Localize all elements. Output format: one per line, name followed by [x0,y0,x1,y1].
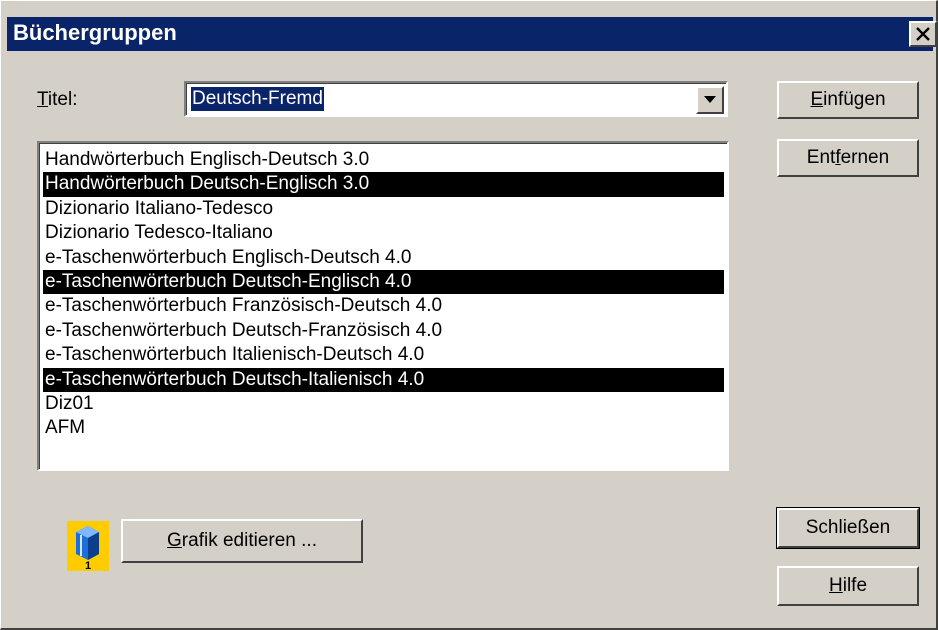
book-group-icon: 1 [67,521,109,571]
book-icon: 1 [76,526,99,571]
list-item[interactable]: e-Taschenwörterbuch Französisch-Deutsch … [43,294,724,318]
titel-combobox-value[interactable]: Deutsch-Fremd [191,87,324,111]
schliessen-button[interactable]: Schließen [776,507,920,549]
book-listbox[interactable]: Handwörterbuch Englisch-Deutsch 3.0 Handw… [37,141,729,471]
list-item[interactable]: e-Taschenwörterbuch Englisch-Deutsch 4.0 [43,246,724,270]
hilfe-button[interactable]: Hilfe [777,566,919,606]
titel-combobox[interactable]: Deutsch-Fremd [184,81,728,117]
list-item[interactable]: Dizionario Italiano-Tedesco [43,197,724,221]
list-item[interactable]: Handwörterbuch Englisch-Deutsch 3.0 [43,148,724,172]
title-bar[interactable]: Büchergruppen [7,17,937,51]
close-button[interactable] [909,21,937,47]
window-title: Büchergruppen [13,20,177,45]
list-item[interactable]: Handwörterbuch Deutsch-Englisch 3.0 [43,172,724,197]
buechergruppen-dialog: Büchergruppen Titel: Deutsch-Fremd Einfü… [0,0,938,630]
list-item[interactable]: e-Taschenwörterbuch Deutsch-Französisch … [43,319,724,343]
einfuegen-button[interactable]: Einfügen [777,81,919,119]
titel-label: Titel: [37,89,78,110]
combobox-dropdown-button[interactable] [696,86,724,114]
list-item[interactable]: e-Taschenwörterbuch Deutsch-Italienisch … [43,367,724,392]
list-item[interactable]: Dizionario Tedesco-Italiano [43,221,724,245]
close-icon [916,27,930,41]
grafik-editieren-button[interactable]: Grafik editieren ... [121,519,363,563]
list-item[interactable]: e-Taschenwörterbuch Italienisch-Deutsch … [43,343,724,367]
list-item[interactable]: e-Taschenwörterbuch Deutsch-Englisch 4.0 [43,269,724,295]
entfernen-button[interactable]: Entfernen [777,139,919,177]
list-item[interactable]: Diz01 [43,392,724,416]
list-item[interactable]: AFM [43,416,724,440]
chevron-down-icon [704,96,716,103]
svg-text:1: 1 [85,560,91,571]
